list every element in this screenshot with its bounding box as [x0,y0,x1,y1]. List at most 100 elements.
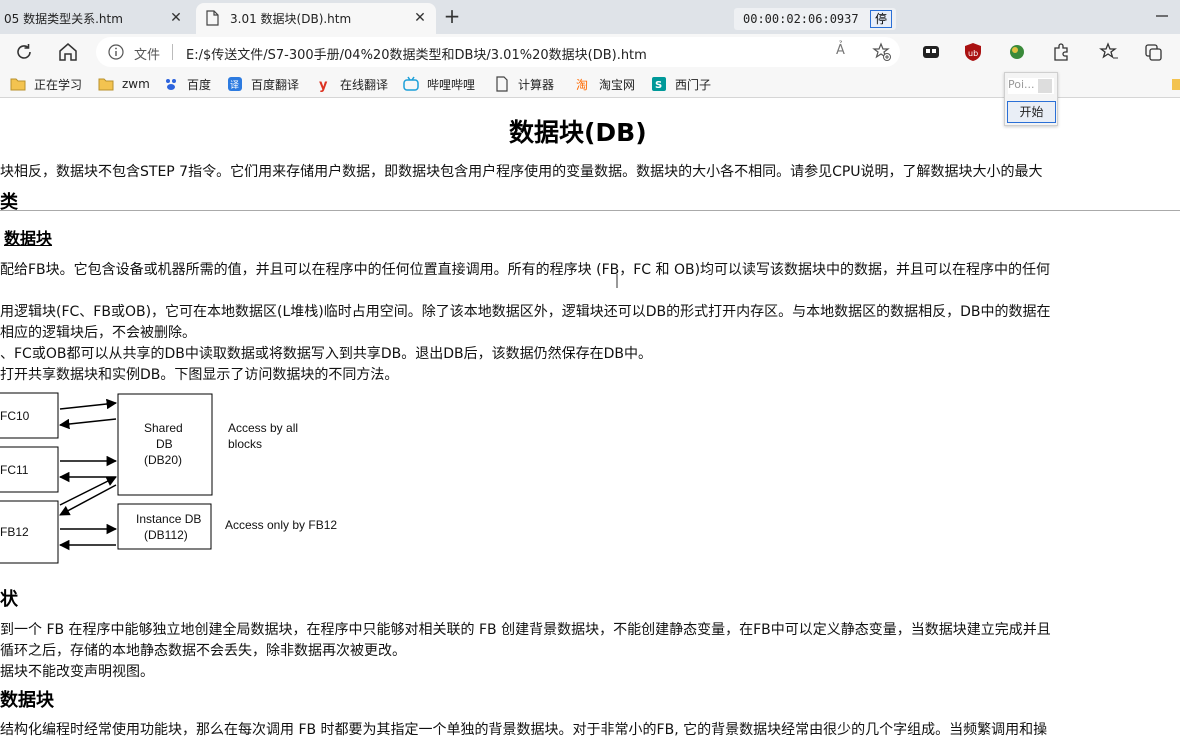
paragraph-text: 据块不能改变声明视图。 [0,664,154,680]
section-heading-instance: 数据块 [0,690,54,711]
svg-text:y: y [319,78,328,92]
toolbar: 文件 E:/$传送文件/S7-300手册/04%20数据类型和DB块/3.01%… [0,34,1180,70]
home-icon[interactable] [56,40,80,64]
bookmark-online-translate[interactable]: y 在线翻译 [316,75,388,93]
paragraph-text: 到一个 FB 在程序中能够独立地创建全局数据块，在程序中只能够对相关联的 FB … [0,622,1051,638]
poi-toggle[interactable] [1038,79,1052,93]
paragraph-text: 、FC或OB都可以从共享的DB中读取数据或将数据写入到共享DB。退出DB后，该数… [0,346,652,362]
section-heading-shared: 数据块 [4,229,53,248]
tab-data-block[interactable]: 3.01 数据块(DB).htm ✕ [196,3,436,34]
bookmark-folder-zwm[interactable]: zwm [98,75,150,93]
tab-title: 3.01 数据块(DB).htm [230,12,352,26]
bookmarks-bar: 正在学习 zwm 百度 译 百度翻译 y 在线翻译 哔哩哔哩 计算器 淘 淘宝网… [0,70,1180,98]
tab-strip: 05 数据类型关系.htm ✕ 3.01 数据块(DB).htm ✕ + 00:… [0,0,1180,34]
bookmark-label: 百度 [187,77,212,92]
folder-icon[interactable] [1172,76,1180,92]
bookmark-label: 哔哩哔哩 [427,77,476,92]
close-icon[interactable]: ✕ [168,10,184,26]
fc10-label: FC10 [0,409,30,423]
fb12-label: FB12 [0,525,29,539]
svg-text:淘: 淘 [576,78,588,92]
intro-text: 块相反，数据块不包含STEP 7指令。它们用来存储用户数据，即数据块包含用户程序… [0,164,1043,180]
bookmark-calculator[interactable]: 计算器 [494,75,554,93]
new-tab-icon[interactable]: + [440,5,464,29]
tab-data-types[interactable]: 05 数据类型关系.htm ✕ [0,3,192,34]
access-all-label: blocks [228,437,262,451]
tab-title: 05 数据类型关系.htm [4,12,123,26]
close-icon[interactable]: ✕ [412,10,428,26]
shared-db-label: (DB20) [144,453,182,467]
minimize-icon[interactable] [1152,6,1172,26]
extension-icon[interactable] [920,41,942,63]
svg-text:S: S [655,80,662,91]
timer-value: 00:00:02:06:0937 [743,12,859,26]
bookmark-label: 在线翻译 [340,77,389,92]
folder-icon [10,78,26,91]
baidu-icon [166,79,176,90]
bookmark-label: zwm [122,77,150,91]
access-all-label: Access by all [228,421,298,435]
bookmark-taobao[interactable]: 淘 淘宝网 [575,75,635,93]
bookmark-siemens[interactable]: S 西门子 [651,75,711,93]
extensions-icon[interactable] [1050,41,1072,63]
arrow [59,398,118,410]
bookmark-baidu-translate[interactable]: 译 百度翻译 [227,75,299,93]
bookmark-label: 淘宝网 [599,77,636,92]
svg-text:译: 译 [230,80,239,91]
add-favorite-icon[interactable] [872,42,892,62]
bookmark-label: 计算器 [518,77,555,92]
stop-button[interactable]: 停 [870,10,892,28]
bookmark-baidu[interactable]: 百度 [163,75,211,93]
arrow [58,418,117,430]
instance-db-box [117,503,212,550]
paragraph-text: 循环之后，存储的本地静态数据不会丢失，除非数据再次被更改。 [0,643,406,659]
recording-timer: 00:00:02:06:0937 停 [734,8,896,30]
start-button[interactable]: 开始 [1007,101,1056,123]
read-aloud-icon[interactable]: Ả [836,43,845,58]
favorites-icon[interactable] [1098,41,1120,63]
shared-db-label: Shared [144,421,183,435]
access-fb12-label: Access only by FB12 [225,518,337,532]
bilibili-icon [403,76,419,91]
bookmark-label: 正在学习 [34,77,83,92]
game-extension-icon[interactable] [1006,41,1028,63]
page-icon [496,76,508,92]
divider [172,44,173,60]
page-title: 数据块(DB) [509,118,647,147]
paragraph-text: 打开共享数据块和实例DB。下图显示了访问数据块的不同方法。 [0,367,399,383]
paragraph-text: 结构化编程时经常使用功能块，那么在每次调用 FB 时都要为其指定一个单独的背景数… [0,722,1048,738]
fc11-label: FC11 [0,463,29,477]
ublock-icon[interactable]: ub [962,41,984,63]
paragraph-text: 配给FB块。它包含设备或机器所需的值，并且可以在程序中的任何位置直接调用。所有的… [0,262,1051,278]
bookmark-folder-learning[interactable]: 正在学习 [10,75,82,93]
info-icon[interactable] [108,44,124,60]
translate-icon: 译 [228,77,242,91]
paragraph-text: 用逻辑块(FC、FB或OB)，它可在本地数据区(L堆栈)临时占用空间。除了该本地… [0,304,1051,320]
shared-db-label: DB [156,437,173,451]
data-block-access-diagram: FC10 FC11 FB12 Shared DB (DB20) Access b… [0,392,337,564]
scheme-label: 文件 [134,48,161,63]
text-cursor-icon [616,274,618,288]
page-content: 数据块(DB) 块相反，数据块不包含STEP 7指令。它们用来存储用户数据，即数… [0,99,1180,738]
bookmark-label: 西门子 [675,77,712,92]
refresh-icon[interactable] [12,40,36,64]
instance-db-label: Instance DB [136,512,201,526]
section-heading-note: 状 [0,589,18,610]
siemens-icon: S [652,77,666,91]
taobao-icon: 淘 [576,78,588,92]
divider [0,210,1180,211]
collections-icon[interactable] [1142,41,1164,63]
address-bar[interactable]: 文件 E:/$传送文件/S7-300手册/04%20数据类型和DB块/3.01%… [96,37,900,67]
instance-db-label: (DB112) [144,528,188,542]
url-text[interactable]: E:/$传送文件/S7-300手册/04%20数据类型和DB块/3.01%20数… [186,44,647,63]
svg-text:ub: ub [968,49,978,58]
poi-field[interactable]: Poi... [1008,78,1054,94]
bookmark-bilibili[interactable]: 哔哩哔哩 [403,75,475,93]
paragraph-text: 相应的逻辑块后，不会被删除。 [0,325,196,341]
bookmark-label: 百度翻译 [251,77,300,92]
page-icon [206,10,219,26]
folder-icon [98,78,114,91]
recorder-popup: Poi... 开始 [1004,72,1058,126]
poi-label: Poi... [1008,78,1035,91]
youdao-icon: y [319,78,328,92]
